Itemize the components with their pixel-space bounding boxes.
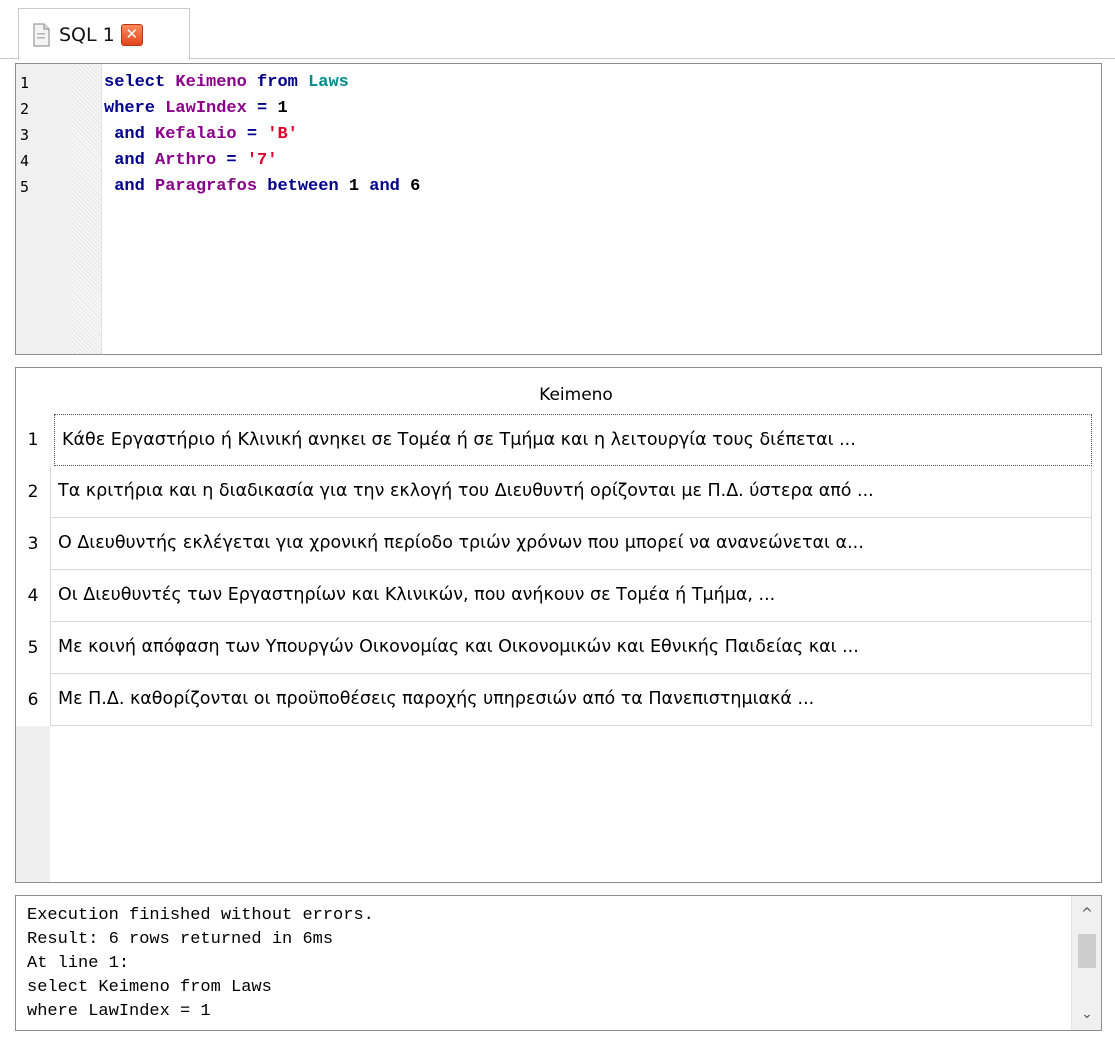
code-token: Paragrafos xyxy=(155,177,258,196)
table-cell[interactable]: Με Π.Δ. καθορίζονται οι προϋποθέσεις παρ… xyxy=(50,674,1092,726)
tab-label: SQL 1 xyxy=(59,23,115,46)
code-token: Kefalaio xyxy=(155,125,237,144)
code-token: and xyxy=(104,177,156,196)
code-line[interactable]: and Paragrafos between 1 and 6 xyxy=(104,174,420,200)
row-number[interactable]: 1 xyxy=(16,414,50,466)
document-icon xyxy=(31,22,51,47)
code-token: Arthro xyxy=(155,151,217,170)
code-token: 1 xyxy=(348,177,360,196)
grid-rows: 1 Κάθε Εργαστήριο ή Κλινική ανηκει σε Τομ… xyxy=(16,414,1101,726)
results-grid[interactable]: Keimeno 1 Κάθε Εργαστήριο ή Κλινική ανηκε… xyxy=(15,367,1102,883)
line-number: 1 xyxy=(20,74,30,92)
code-line[interactable]: where LawIndex = 1 xyxy=(104,96,420,122)
code-line[interactable]: select Keimeno from Laws xyxy=(104,70,420,96)
table-cell[interactable]: Τα κριτήρια και η διαδικασία για την εκλ… xyxy=(50,466,1092,518)
line-number: 5 xyxy=(20,178,30,196)
code-token: = xyxy=(236,125,268,144)
code-token: between xyxy=(257,177,349,196)
code-token: select xyxy=(104,73,176,92)
table-row[interactable]: 6 Με Π.Δ. καθορίζονται οι προϋποθέσεις πα… xyxy=(16,674,1101,726)
code-token: LawIndex xyxy=(165,99,247,118)
code-token: = xyxy=(216,151,247,170)
line-number: 3 xyxy=(20,126,30,144)
code-token: and xyxy=(104,151,156,170)
table-cell[interactable]: Ο Διευθυντής εκλέγεται για χρονική περίο… xyxy=(50,518,1092,570)
message-line: Execution finished without errors. xyxy=(27,906,374,925)
code-token: '7' xyxy=(246,151,278,170)
row-number[interactable]: 2 xyxy=(16,466,50,518)
scrollbar-thumb[interactable] xyxy=(1078,934,1096,968)
table-row[interactable]: 1 Κάθε Εργαστήριο ή Κλινική ανηκει σε Τομ… xyxy=(16,414,1101,466)
column-header-keimeno[interactable]: Keimeno xyxy=(50,368,1101,414)
tab-bar-divider-left xyxy=(0,58,18,59)
line-numbers: 1 2 3 4 5 xyxy=(20,70,29,200)
row-number[interactable]: 5 xyxy=(16,622,50,674)
code-token: Laws xyxy=(308,73,349,92)
message-panel[interactable]: Execution finished without errors. Result… xyxy=(15,895,1102,1031)
code-token: where xyxy=(104,99,166,118)
message-line: At line 1: xyxy=(27,954,130,973)
code-line[interactable]: and Kefalaio = 'B' xyxy=(104,122,420,148)
vertical-scrollbar[interactable]: ^ ⌄ xyxy=(1071,896,1101,1030)
line-number-gutter: 1 2 3 4 5 xyxy=(16,64,102,354)
message-line: Result: 6 rows returned in 6ms xyxy=(27,930,334,949)
sql-editor-window: SQL 1 ✕ 12345 select Keimeno from Laws wh… xyxy=(0,0,1115,1047)
scroll-up-icon[interactable]: ^ xyxy=(1072,900,1101,928)
tab-bar: SQL 1 ✕ xyxy=(0,0,1115,60)
table-row[interactable]: 3Ο Διευθυντής εκλέγεται για χρονική περί… xyxy=(16,518,1101,570)
row-number[interactable]: 4 xyxy=(16,570,50,622)
row-number[interactable]: 3 xyxy=(16,518,50,570)
message-line: select Keimeno from Laws xyxy=(27,978,272,997)
grid-corner xyxy=(16,368,50,414)
sql-code[interactable]: select Keimeno from Laws where LawIndex =… xyxy=(104,70,420,200)
table-row[interactable]: 2 Τα κριτήρια και η διαδικασία για την εκ… xyxy=(16,466,1101,518)
tab-bar-divider xyxy=(190,58,1115,59)
table-row[interactable]: 4 Οι Διευθυντές των Εργαστηρίων και Κλινι… xyxy=(16,570,1101,622)
code-token: 'B' xyxy=(267,125,298,144)
message-text: Execution finished without errors. Result… xyxy=(27,904,374,1024)
code-token: and xyxy=(359,177,411,196)
code-token: Keimeno xyxy=(175,73,247,92)
table-row[interactable]: 5 Με κοινή απόφαση των Υπουργών Οικονομία… xyxy=(16,622,1101,674)
table-cell[interactable]: Με κοινή απόφαση των Υπουργών Οικονομίας… xyxy=(50,622,1092,674)
line-number: 2 xyxy=(20,100,30,118)
close-tab-icon[interactable]: ✕ xyxy=(120,23,143,46)
sql-editor[interactable]: 12345 select Keimeno from Laws where LawI… xyxy=(15,63,1102,355)
scroll-down-icon[interactable]: ⌄ xyxy=(1072,1000,1101,1028)
code-token: from xyxy=(246,73,309,92)
table-cell[interactable]: Οι Διευθυντές των Εργαστηρίων και Κλινικ… xyxy=(50,570,1092,622)
row-number[interactable]: 6 xyxy=(16,674,50,726)
code-line[interactable]: and Arthro = '7' xyxy=(104,148,420,174)
code-token: 1 xyxy=(277,99,288,118)
code-token: = xyxy=(246,99,278,118)
code-token: and xyxy=(104,125,156,144)
tab-sql-1[interactable]: SQL 1 ✕ xyxy=(18,8,190,60)
table-cell[interactable]: Κάθε Εργαστήριο ή Κλινική ανηκει σε Τομέ… xyxy=(54,414,1092,466)
message-line: where LawIndex = 1 xyxy=(27,1002,211,1021)
code-token: 6 xyxy=(410,177,421,196)
line-number: 4 xyxy=(20,152,30,170)
